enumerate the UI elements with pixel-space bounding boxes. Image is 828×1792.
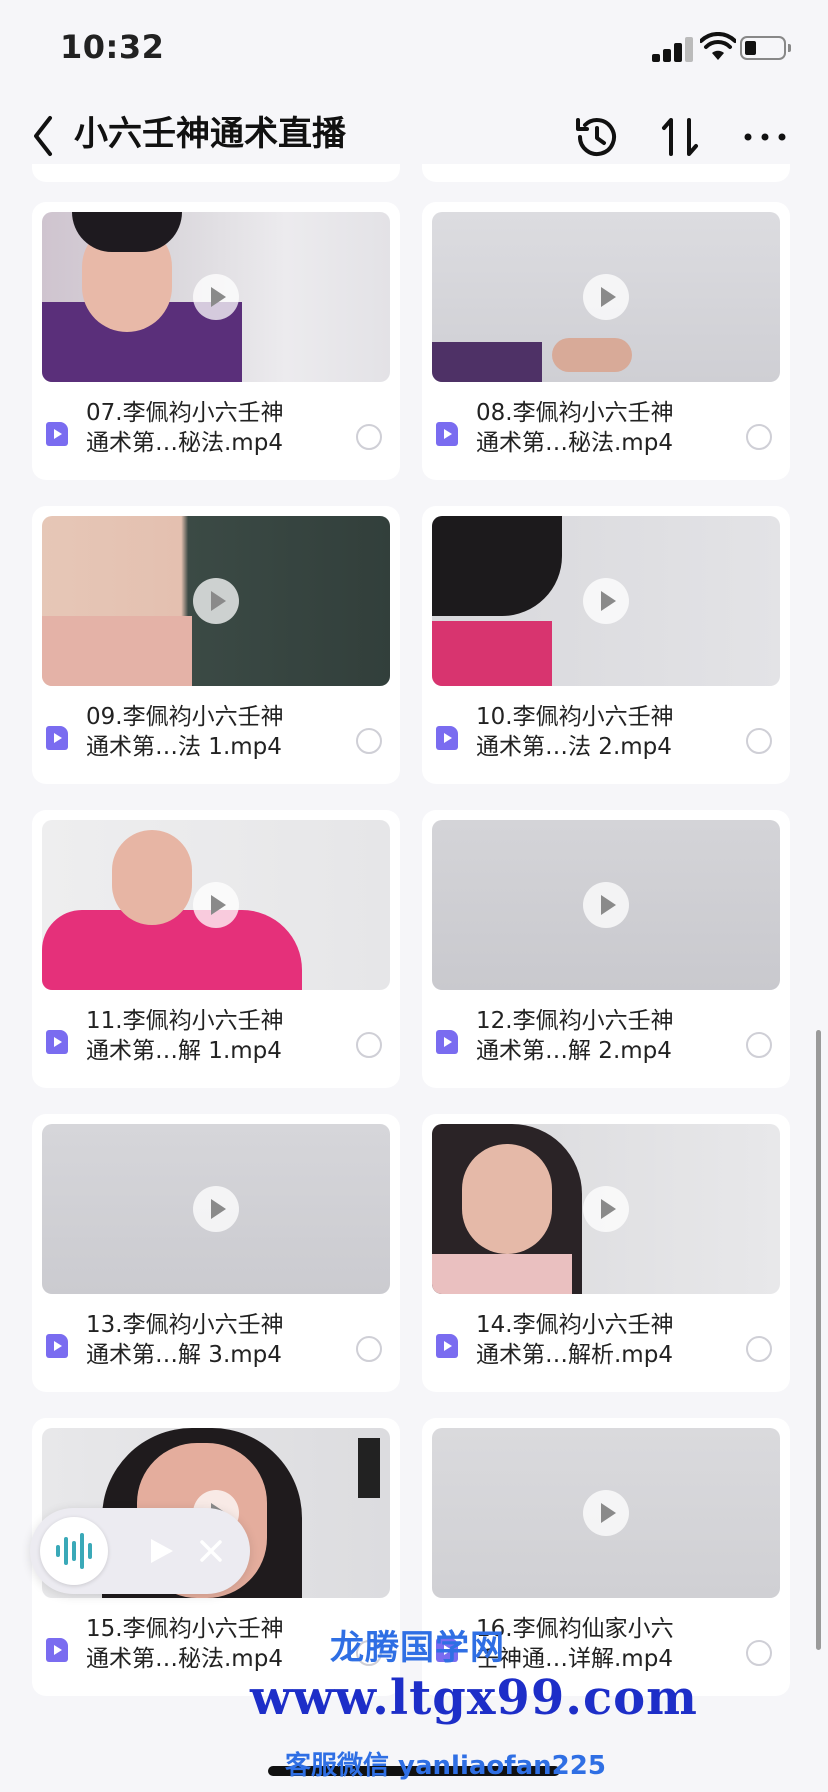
file-name: 15.李佩袀小六壬神 通术第…秘法.mp4 [86,1616,284,1672]
play-icon [583,1186,629,1232]
file-card-partial[interactable] [32,164,400,182]
play-icon [193,882,239,928]
select-checkbox[interactable] [356,424,382,450]
select-checkbox[interactable] [746,728,772,754]
video-file-icon [436,422,458,446]
file-name: 10.李佩袀小六壬神 通术第…法 2.mp4 [476,704,674,760]
file-name: 13.李佩袀小六壬神 通术第…解 3.mp4 [86,1312,284,1368]
file-name: 11.李佩袀小六壬神 通术第…解 1.mp4 [86,1008,284,1064]
video-thumbnail[interactable] [42,212,390,382]
file-name: 16.李佩袀仙家小六 壬神通…详解.mp4 [476,1616,674,1672]
mini-player[interactable] [30,1508,250,1594]
file-name: 09.李佩袀小六壬神 通术第…法 1.mp4 [86,704,284,760]
file-card[interactable]: 10.李佩袀小六壬神 通术第…法 2.mp4 [422,506,790,784]
audio-wave-icon[interactable] [40,1517,108,1585]
watermark-site-name: 龙腾国学网 [330,1628,505,1668]
watermark-url: www.ltgx99.com [250,1670,698,1726]
file-name: 08.李佩袀小六壬神 通术第…秘法.mp4 [476,400,674,456]
select-checkbox[interactable] [746,1032,772,1058]
select-checkbox[interactable] [356,1032,382,1058]
select-checkbox[interactable] [356,1336,382,1362]
video-file-icon [46,422,68,446]
watermark-contact: 客服微信 yanliaofan225 [285,1751,606,1781]
play-icon [583,274,629,320]
play-icon [583,1490,629,1536]
file-card[interactable]: 12.李佩袀小六壬神 通术第…解 2.mp4 [422,810,790,1088]
play-icon[interactable] [146,1536,176,1566]
file-name: 14.李佩袀小六壬神 通术第…解析.mp4 [476,1312,674,1368]
video-thumbnail[interactable] [432,820,780,990]
play-icon [193,274,239,320]
video-file-icon [46,1638,68,1662]
video-thumbnail[interactable] [432,1428,780,1598]
file-name: 12.李佩袀小六壬神 通术第…解 2.mp4 [476,1008,674,1064]
video-thumbnail[interactable] [42,516,390,686]
video-file-icon [436,1030,458,1054]
close-icon[interactable] [198,1538,224,1564]
file-card[interactable]: 13.李佩袀小六壬神 通术第…解 3.mp4 [32,1114,400,1392]
play-icon [193,1186,239,1232]
video-thumbnail[interactable] [42,1124,390,1294]
play-icon [583,882,629,928]
video-file-icon [436,1334,458,1358]
video-file-icon [436,726,458,750]
file-card[interactable]: 11.李佩袀小六壬神 通术第…解 1.mp4 [32,810,400,1088]
file-card[interactable]: 07.李佩袀小六壬神 通术第…秘法.mp4 [32,202,400,480]
scrollbar[interactable] [816,1030,821,1650]
file-card[interactable]: 08.李佩袀小六壬神 通术第…秘法.mp4 [422,202,790,480]
video-file-icon [46,1334,68,1358]
play-icon [583,578,629,624]
file-name: 07.李佩袀小六壬神 通术第…秘法.mp4 [86,400,284,456]
file-card[interactable]: 14.李佩袀小六壬神 通术第…解析.mp4 [422,1114,790,1392]
video-thumbnail[interactable] [432,516,780,686]
select-checkbox[interactable] [746,1336,772,1362]
video-file-icon [46,1030,68,1054]
select-checkbox[interactable] [356,728,382,754]
play-icon [193,578,239,624]
video-file-icon [46,726,68,750]
file-card-partial[interactable] [422,164,790,182]
select-checkbox[interactable] [746,424,772,450]
select-checkbox[interactable] [746,1640,772,1666]
video-thumbnail[interactable] [432,212,780,382]
file-card[interactable]: 09.李佩袀小六壬神 通术第…法 1.mp4 [32,506,400,784]
video-thumbnail[interactable] [432,1124,780,1294]
video-thumbnail[interactable] [42,820,390,990]
